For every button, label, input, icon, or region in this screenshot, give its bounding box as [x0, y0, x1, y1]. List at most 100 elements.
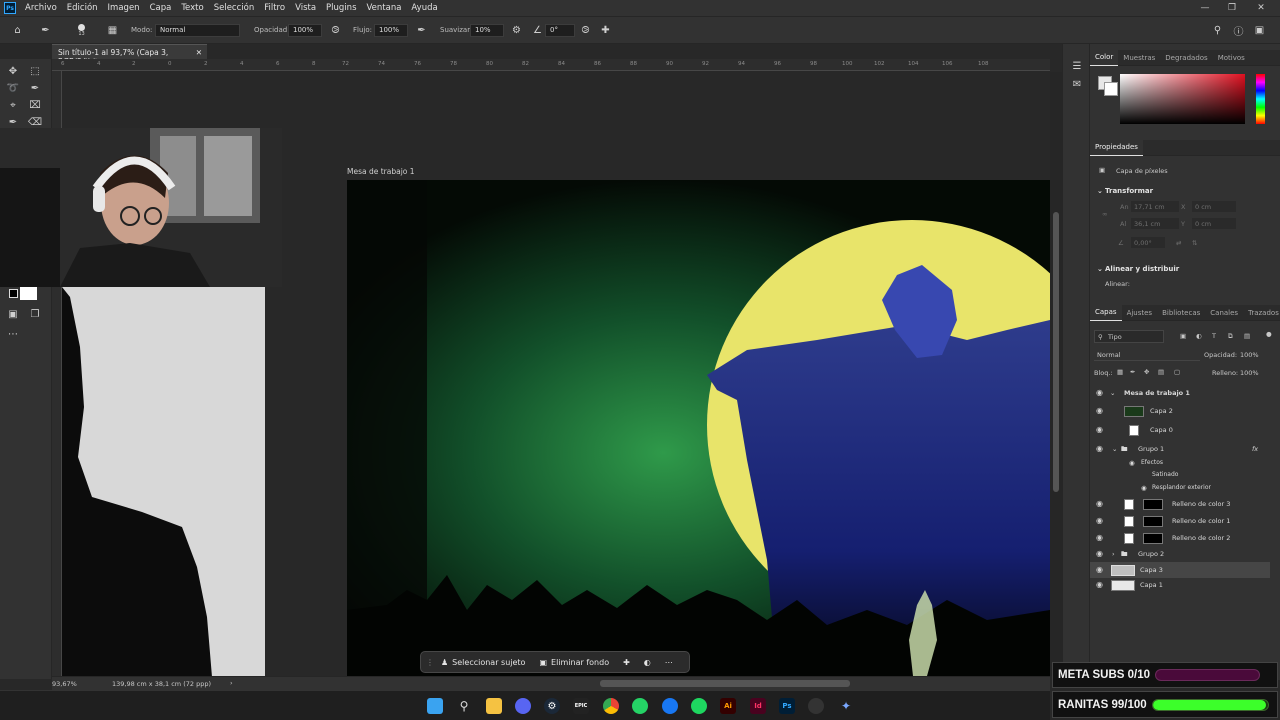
- menu-archivo[interactable]: Archivo: [20, 3, 62, 13]
- effect-eye-icon[interactable]: ◉: [1141, 484, 1147, 492]
- menu-seleccion[interactable]: Selección: [209, 3, 260, 13]
- quick-mask-icon[interactable]: ▣: [5, 306, 21, 322]
- visibility-eye-icon[interactable]: ◉: [1096, 444, 1103, 453]
- tab-layers[interactable]: Capas: [1090, 304, 1122, 321]
- visibility-eye-icon[interactable]: ◉: [1096, 516, 1103, 525]
- menu-ayuda[interactable]: Ayuda: [406, 3, 442, 13]
- more-options-icon[interactable]: ⋯: [658, 652, 680, 672]
- menu-filtro[interactable]: Filtro: [259, 3, 290, 13]
- layer-row-capa-3[interactable]: ◉ Capa 3: [1090, 562, 1270, 578]
- menu-edicion[interactable]: Edición: [62, 3, 103, 13]
- discord-icon[interactable]: [515, 698, 531, 714]
- opacity-field[interactable]: 100%: [288, 24, 322, 37]
- lock-all-icon[interactable]: ▢: [1174, 368, 1180, 376]
- x-field[interactable]: 0 cm: [1192, 201, 1236, 212]
- quick-selection-icon[interactable]: ✒: [27, 80, 43, 96]
- home-icon[interactable]: ⌂: [10, 23, 25, 38]
- rotation-field[interactable]: 0,00°: [1131, 237, 1165, 248]
- adjust-icon[interactable]: ◐: [637, 652, 658, 672]
- visibility-eye-icon[interactable]: ◉: [1096, 499, 1103, 508]
- height-field[interactable]: 36,1 cm: [1131, 218, 1179, 229]
- visibility-eye-icon[interactable]: ◉: [1096, 549, 1103, 558]
- tab-channels[interactable]: Canales: [1205, 305, 1243, 321]
- expand-chevron-icon[interactable]: ›: [1112, 550, 1115, 558]
- obs-icon[interactable]: [808, 698, 824, 714]
- status-arrow-icon[interactable]: ›: [230, 679, 233, 687]
- background-color-swatch[interactable]: [20, 287, 37, 300]
- search-icon[interactable]: ⚲: [1210, 23, 1225, 38]
- align-title[interactable]: Alinear y distribuir: [1105, 265, 1179, 273]
- close-tab-icon[interactable]: ✕: [196, 48, 202, 57]
- angle-field[interactable]: 0°: [545, 24, 575, 37]
- windows-start-icon[interactable]: [427, 698, 443, 714]
- document-tab[interactable]: Sin título-1 al 93,7% (Capa 3, RGB/8#) *…: [52, 44, 207, 66]
- color-picker-field[interactable]: [1120, 74, 1245, 124]
- menu-vista[interactable]: Vista: [290, 3, 321, 13]
- symmetry-icon[interactable]: ✚: [598, 23, 613, 38]
- epic-games-icon[interactable]: EPIC: [573, 698, 589, 714]
- move-tool-icon[interactable]: ✥: [5, 63, 21, 79]
- gear-icon[interactable]: ⚙: [509, 23, 524, 38]
- filter-smart-object-icon[interactable]: ▤: [1244, 332, 1250, 340]
- whatsapp-icon[interactable]: [632, 698, 648, 714]
- transform-icon[interactable]: ✚: [616, 652, 637, 672]
- flow-field[interactable]: 100%: [374, 24, 408, 37]
- tab-paths[interactable]: Trazados: [1243, 305, 1280, 321]
- fill-field[interactable]: 100%: [1240, 369, 1259, 377]
- visibility-eye-icon[interactable]: ◉: [1096, 425, 1103, 434]
- menu-capa[interactable]: Capa: [145, 3, 177, 13]
- scrollbar-thumb[interactable]: [1053, 212, 1059, 492]
- zoom-level[interactable]: 93,67%: [52, 680, 77, 688]
- lock-brush-icon[interactable]: ✒: [1130, 368, 1135, 376]
- file-explorer-icon[interactable]: [486, 698, 502, 714]
- transform-section-icon[interactable]: ⌄: [1097, 187, 1103, 195]
- effects-eye-icon[interactable]: ◉: [1129, 459, 1135, 467]
- align-section-icon[interactable]: ⌄: [1097, 265, 1103, 273]
- drag-handle-icon[interactable]: ⋮: [421, 658, 434, 667]
- expand-chevron-icon[interactable]: ⌄: [1112, 445, 1117, 453]
- select-subject-button[interactable]: ♟ Seleccionar sujeto: [434, 652, 532, 672]
- lock-artboard-icon[interactable]: ▤: [1158, 368, 1164, 376]
- history-icon[interactable]: ☰: [1069, 58, 1085, 74]
- help-icon[interactable]: ⓘ: [1231, 23, 1246, 38]
- tab-swatches[interactable]: Muestras: [1118, 50, 1160, 66]
- width-field[interactable]: 17,71 cm: [1131, 201, 1179, 212]
- horizontal-scrollbar-thumb[interactable]: [600, 680, 850, 687]
- menu-ventana[interactable]: Ventana: [362, 3, 407, 13]
- brush-preset-picker[interactable]: 13: [74, 23, 89, 38]
- layer-row-fill-3[interactable]: ◉ Relleno de color 3: [1090, 496, 1270, 512]
- menu-plugins[interactable]: Plugins: [321, 3, 361, 13]
- visibility-eye-icon[interactable]: ◉: [1096, 580, 1103, 589]
- comments-icon[interactable]: ✉: [1069, 76, 1085, 92]
- indesign-icon[interactable]: Id: [750, 698, 766, 714]
- background-swatch[interactable]: [1104, 82, 1118, 96]
- brush-settings-icon[interactable]: ▦: [105, 23, 120, 38]
- visibility-eye-icon[interactable]: ◉: [1096, 565, 1103, 574]
- remove-background-button[interactable]: ▣ Eliminar fondo: [532, 652, 616, 672]
- search-icon[interactable]: ⚲: [456, 698, 472, 714]
- filter-toggle-icon[interactable]: ●: [1266, 330, 1272, 338]
- minimize-icon[interactable]: —: [1192, 0, 1218, 16]
- lasso-tool-icon[interactable]: ➰: [5, 80, 21, 96]
- mode-select[interactable]: Normal: [155, 24, 240, 37]
- filter-shape-icon[interactable]: ⧉: [1228, 332, 1233, 341]
- filter-adjustment-icon[interactable]: ◐: [1196, 332, 1202, 340]
- expand-chevron-icon[interactable]: ⌄: [1110, 389, 1115, 397]
- layer-row-grupo-2[interactable]: ◉ › 🖿 Grupo 2: [1090, 546, 1270, 562]
- photoshop-taskbar-icon[interactable]: Ps: [779, 698, 795, 714]
- edit-toolbar-icon[interactable]: ⋯: [5, 326, 21, 342]
- filter-text-icon[interactable]: T: [1212, 332, 1216, 340]
- illustrator-icon[interactable]: Ai: [720, 698, 736, 714]
- frame-tool-icon[interactable]: ⌧: [27, 97, 43, 113]
- menu-texto[interactable]: Texto: [176, 3, 208, 13]
- airbrush-icon[interactable]: ✒: [414, 23, 429, 38]
- steam-icon[interactable]: ⚙: [544, 698, 560, 714]
- fx-icon[interactable]: fx: [1252, 445, 1258, 453]
- pressure-opacity-icon[interactable]: ⧁: [328, 23, 343, 38]
- layer-row-capa-0[interactable]: ◉ Capa 0: [1090, 422, 1270, 438]
- layer-row-fill-2[interactable]: ◉ Relleno de color 2: [1090, 530, 1270, 546]
- lock-transparent-icon[interactable]: ▦: [1117, 368, 1123, 376]
- brush-tool-icon[interactable]: ✒: [38, 23, 53, 38]
- close-icon[interactable]: ✕: [1248, 0, 1274, 16]
- effect-outer-glow-row[interactable]: ◉ Resplandor exterior: [1090, 480, 1270, 496]
